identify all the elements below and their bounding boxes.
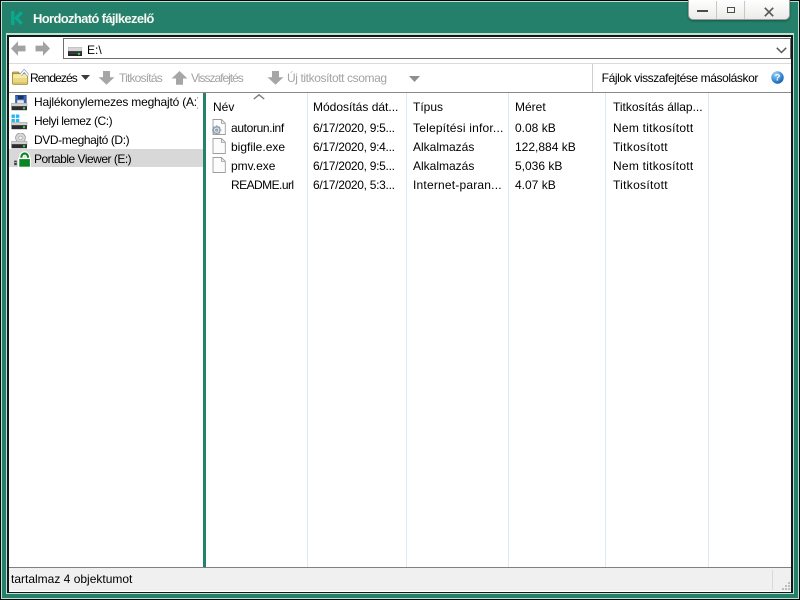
svg-text:?: ?	[774, 73, 780, 84]
